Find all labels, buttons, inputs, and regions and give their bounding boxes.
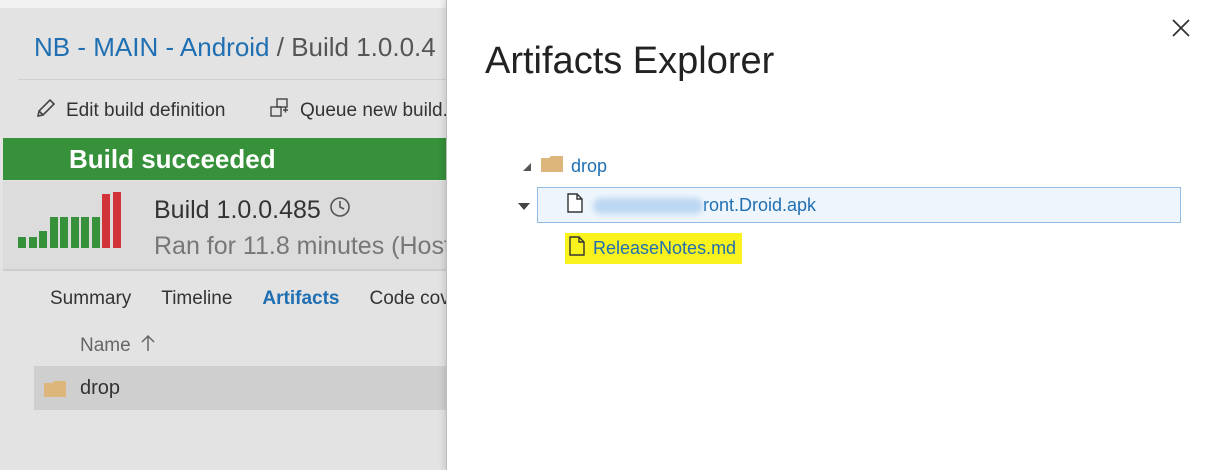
tree-item-label[interactable]: drop (571, 156, 607, 177)
build-status-text: Build succeeded (69, 144, 276, 174)
build-duration: Ran for 11.8 minutes (Host (154, 232, 451, 260)
artifacts-explorer-dialog: Artifacts Explorer drop ront.Droid.apk R… (446, 0, 1220, 470)
build-history-bar[interactable] (112, 192, 121, 248)
close-button[interactable] (1169, 16, 1193, 40)
tab-timeline[interactable]: Timeline (161, 288, 232, 310)
build-history-chart[interactable] (18, 192, 143, 248)
build-number: Build 1.0.0.485 (154, 196, 351, 225)
build-history-bar[interactable] (49, 217, 58, 248)
table-row[interactable]: drop (34, 366, 448, 410)
build-history-bar[interactable] (81, 217, 89, 248)
redacted-filename (593, 197, 703, 214)
close-icon (1169, 19, 1193, 44)
build-history-bar[interactable] (39, 231, 47, 248)
tree-item-apk-content[interactable]: ront.Droid.apk (517, 193, 816, 218)
breadcrumb-project-link[interactable]: NB - MAIN - Android (34, 32, 270, 62)
build-history-bar[interactable] (18, 237, 26, 248)
tree-item-drop[interactable]: drop (521, 156, 607, 177)
queue-build-icon (268, 96, 292, 126)
name-column-header[interactable]: Name (80, 333, 157, 359)
breadcrumb-current: Build 1.0.0.4 (291, 32, 436, 62)
file-icon (569, 236, 585, 261)
folder-icon (541, 156, 563, 177)
build-number-text: Build 1.0.0.485 (154, 196, 321, 224)
tab-artifacts[interactable]: Artifacts (262, 288, 339, 310)
build-status-banner: Build succeeded (3, 138, 448, 180)
folder-icon (44, 381, 66, 402)
breadcrumb-separator: / (269, 32, 292, 62)
header-divider (18, 79, 448, 80)
queue-new-build-label: Queue new build. (300, 100, 448, 121)
tree-item-label[interactable]: ReleaseNotes.md (593, 238, 736, 259)
file-icon (567, 193, 583, 218)
tree-item-label[interactable]: ront.Droid.apk (703, 195, 816, 216)
name-column-label: Name (80, 335, 131, 356)
edit-build-definition-button[interactable]: Edit build definition (34, 96, 226, 126)
expanded-triangle-icon[interactable] (521, 160, 535, 174)
clock-icon (329, 196, 351, 225)
build-history-bar[interactable] (28, 237, 37, 248)
tab-summary[interactable]: Summary (50, 288, 131, 310)
pencil-icon (34, 96, 58, 126)
sort-ascending-icon (139, 333, 157, 359)
dialog-title: Artifacts Explorer (485, 40, 775, 82)
build-history-bar[interactable] (70, 217, 79, 248)
breadcrumb: NB - MAIN - Android / Build 1.0.0.4 (34, 32, 436, 63)
tree-item-release-notes[interactable]: ReleaseNotes.md (565, 233, 743, 264)
build-history-bar[interactable] (91, 217, 100, 248)
artifact-name: drop (80, 377, 121, 399)
highlight-mark: ReleaseNotes.md (565, 233, 743, 264)
collapse-arrow-icon[interactable] (517, 199, 531, 213)
edit-build-definition-label: Edit build definition (66, 100, 226, 121)
queue-new-build-button[interactable]: Queue new build. (268, 96, 448, 126)
build-history-bar[interactable] (102, 194, 110, 248)
build-history-bar[interactable] (60, 217, 68, 248)
build-tabs: Summary Timeline Artifacts Code cove (50, 288, 490, 310)
